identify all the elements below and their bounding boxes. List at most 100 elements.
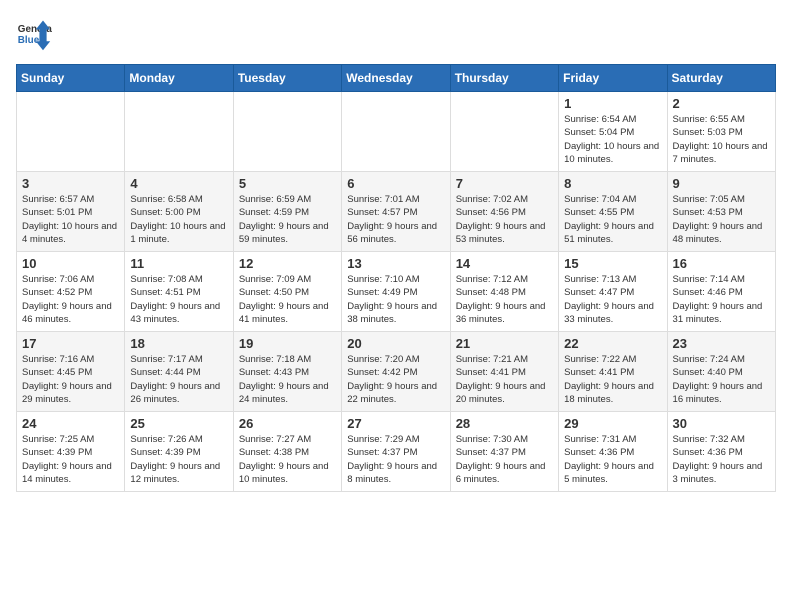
- day-number: 13: [347, 256, 444, 271]
- day-number: 9: [673, 176, 770, 191]
- day-number: 12: [239, 256, 336, 271]
- calendar-cell: 24 Sunrise: 7:25 AM Sunset: 4:39 PM Dayli…: [17, 412, 125, 492]
- day-number: 28: [456, 416, 553, 431]
- calendar-cell: 29 Sunrise: 7:31 AM Sunset: 4:36 PM Dayli…: [559, 412, 667, 492]
- calendar-cell: 12 Sunrise: 7:09 AM Sunset: 4:50 PM Dayli…: [233, 252, 341, 332]
- day-number: 2: [673, 96, 770, 111]
- day-info: Sunrise: 7:04 AM Sunset: 4:55 PM Dayligh…: [564, 193, 661, 246]
- day-info: Sunrise: 7:18 AM Sunset: 4:43 PM Dayligh…: [239, 353, 336, 406]
- day-number: 20: [347, 336, 444, 351]
- calendar-cell: 1 Sunrise: 6:54 AM Sunset: 5:04 PM Daylig…: [559, 92, 667, 172]
- day-number: 10: [22, 256, 119, 271]
- calendar-week-row: 24 Sunrise: 7:25 AM Sunset: 4:39 PM Dayli…: [17, 412, 776, 492]
- calendar-cell: [125, 92, 233, 172]
- day-number: 15: [564, 256, 661, 271]
- day-info: Sunrise: 7:26 AM Sunset: 4:39 PM Dayligh…: [130, 433, 227, 486]
- logo-icon: General Blue: [16, 16, 52, 52]
- calendar-cell: [342, 92, 450, 172]
- day-number: 26: [239, 416, 336, 431]
- day-info: Sunrise: 7:12 AM Sunset: 4:48 PM Dayligh…: [456, 273, 553, 326]
- calendar-cell: 30 Sunrise: 7:32 AM Sunset: 4:36 PM Dayli…: [667, 412, 775, 492]
- day-number: 19: [239, 336, 336, 351]
- page-header: General Blue: [16, 16, 776, 52]
- day-number: 7: [456, 176, 553, 191]
- day-info: Sunrise: 7:08 AM Sunset: 4:51 PM Dayligh…: [130, 273, 227, 326]
- day-info: Sunrise: 7:30 AM Sunset: 4:37 PM Dayligh…: [456, 433, 553, 486]
- day-header-friday: Friday: [559, 65, 667, 92]
- day-number: 23: [673, 336, 770, 351]
- calendar-cell: 5 Sunrise: 6:59 AM Sunset: 4:59 PM Daylig…: [233, 172, 341, 252]
- day-info: Sunrise: 6:55 AM Sunset: 5:03 PM Dayligh…: [673, 113, 770, 166]
- calendar-cell: 3 Sunrise: 6:57 AM Sunset: 5:01 PM Daylig…: [17, 172, 125, 252]
- day-header-tuesday: Tuesday: [233, 65, 341, 92]
- day-info: Sunrise: 6:59 AM Sunset: 4:59 PM Dayligh…: [239, 193, 336, 246]
- day-info: Sunrise: 7:25 AM Sunset: 4:39 PM Dayligh…: [22, 433, 119, 486]
- day-number: 30: [673, 416, 770, 431]
- calendar-cell: 18Sunrise: 7:17 AM Sunset: 4:44 PM Dayli…: [125, 332, 233, 412]
- day-info: Sunrise: 6:58 AM Sunset: 5:00 PM Dayligh…: [130, 193, 227, 246]
- calendar-cell: [17, 92, 125, 172]
- day-info: Sunrise: 7:09 AM Sunset: 4:50 PM Dayligh…: [239, 273, 336, 326]
- calendar-header-row: SundayMondayTuesdayWednesdayThursdayFrid…: [17, 65, 776, 92]
- day-number: 3: [22, 176, 119, 191]
- day-info: Sunrise: 7:06 AM Sunset: 4:52 PM Dayligh…: [22, 273, 119, 326]
- day-info: Sunrise: 7:27 AM Sunset: 4:38 PM Dayligh…: [239, 433, 336, 486]
- day-header-monday: Monday: [125, 65, 233, 92]
- day-number: 4: [130, 176, 227, 191]
- day-info: Sunrise: 7:01 AM Sunset: 4:57 PM Dayligh…: [347, 193, 444, 246]
- day-number: 11: [130, 256, 227, 271]
- calendar-cell: [450, 92, 558, 172]
- calendar-cell: 21 Sunrise: 7:21 AM Sunset: 4:41 PM Dayli…: [450, 332, 558, 412]
- calendar: SundayMondayTuesdayWednesdayThursdayFrid…: [16, 64, 776, 492]
- day-number: 17: [22, 336, 119, 351]
- day-info: Sunrise: 6:57 AM Sunset: 5:01 PM Dayligh…: [22, 193, 119, 246]
- day-number: 5: [239, 176, 336, 191]
- day-number: 25: [130, 416, 227, 431]
- calendar-week-row: 17 Sunrise: 7:16 AM Sunset: 4:45 PM Dayli…: [17, 332, 776, 412]
- day-info: Sunrise: 7:10 AM Sunset: 4:49 PM Dayligh…: [347, 273, 444, 326]
- calendar-cell: 13 Sunrise: 7:10 AM Sunset: 4:49 PM Dayli…: [342, 252, 450, 332]
- day-info: Sunrise: 7:14 AM Sunset: 4:46 PM Dayligh…: [673, 273, 770, 326]
- day-info: Sunrise: 7:13 AM Sunset: 4:47 PM Dayligh…: [564, 273, 661, 326]
- day-info: Sunrise: 6:54 AM Sunset: 5:04 PM Dayligh…: [564, 113, 661, 166]
- day-number: 16: [673, 256, 770, 271]
- calendar-cell: 14 Sunrise: 7:12 AM Sunset: 4:48 PM Dayli…: [450, 252, 558, 332]
- day-number: 29: [564, 416, 661, 431]
- calendar-cell: 23 Sunrise: 7:24 AM Sunset: 4:40 PM Dayli…: [667, 332, 775, 412]
- calendar-cell: 9Sunrise: 7:05 AM Sunset: 4:53 PM Daylig…: [667, 172, 775, 252]
- day-info: Sunrise: 7:16 AM Sunset: 4:45 PM Dayligh…: [22, 353, 119, 406]
- day-number: 8: [564, 176, 661, 191]
- calendar-cell: 8 Sunrise: 7:04 AM Sunset: 4:55 PM Daylig…: [559, 172, 667, 252]
- day-header-sunday: Sunday: [17, 65, 125, 92]
- day-number: 18: [130, 336, 227, 351]
- calendar-cell: 15 Sunrise: 7:13 AM Sunset: 4:47 PM Dayli…: [559, 252, 667, 332]
- day-number: 14: [456, 256, 553, 271]
- day-number: 1: [564, 96, 661, 111]
- day-number: 24: [22, 416, 119, 431]
- day-number: 21: [456, 336, 553, 351]
- calendar-cell: 6 Sunrise: 7:01 AM Sunset: 4:57 PM Daylig…: [342, 172, 450, 252]
- day-info: Sunrise: 7:31 AM Sunset: 4:36 PM Dayligh…: [564, 433, 661, 486]
- day-info: Sunrise: 7:32 AM Sunset: 4:36 PM Dayligh…: [673, 433, 770, 486]
- calendar-week-row: 1 Sunrise: 6:54 AM Sunset: 5:04 PM Daylig…: [17, 92, 776, 172]
- calendar-cell: 2 Sunrise: 6:55 AM Sunset: 5:03 PM Daylig…: [667, 92, 775, 172]
- calendar-cell: 26 Sunrise: 7:27 AM Sunset: 4:38 PM Dayli…: [233, 412, 341, 492]
- day-number: 22: [564, 336, 661, 351]
- calendar-cell: 16 Sunrise: 7:14 AM Sunset: 4:46 PM Dayli…: [667, 252, 775, 332]
- calendar-cell: 17 Sunrise: 7:16 AM Sunset: 4:45 PM Dayli…: [17, 332, 125, 412]
- day-info: Sunrise: 7:21 AM Sunset: 4:41 PM Dayligh…: [456, 353, 553, 406]
- calendar-cell: 20 Sunrise: 7:20 AM Sunset: 4:42 PM Dayli…: [342, 332, 450, 412]
- calendar-cell: 25 Sunrise: 7:26 AM Sunset: 4:39 PM Dayli…: [125, 412, 233, 492]
- day-info: Sunrise: 7:22 AM Sunset: 4:41 PM Dayligh…: [564, 353, 661, 406]
- logo: General Blue: [16, 16, 52, 52]
- calendar-cell: 4 Sunrise: 6:58 AM Sunset: 5:00 PM Daylig…: [125, 172, 233, 252]
- calendar-cell: [233, 92, 341, 172]
- calendar-week-row: 10 Sunrise: 7:06 AM Sunset: 4:52 PM Dayli…: [17, 252, 776, 332]
- day-info: Sunrise: 7:02 AM Sunset: 4:56 PM Dayligh…: [456, 193, 553, 246]
- calendar-cell: 27Sunrise: 7:29 AM Sunset: 4:37 PM Dayli…: [342, 412, 450, 492]
- day-number: 6: [347, 176, 444, 191]
- calendar-cell: 22 Sunrise: 7:22 AM Sunset: 4:41 PM Dayli…: [559, 332, 667, 412]
- day-info: Sunrise: 7:24 AM Sunset: 4:40 PM Dayligh…: [673, 353, 770, 406]
- svg-text:Blue: Blue: [18, 35, 40, 46]
- day-info: Sunrise: 7:20 AM Sunset: 4:42 PM Dayligh…: [347, 353, 444, 406]
